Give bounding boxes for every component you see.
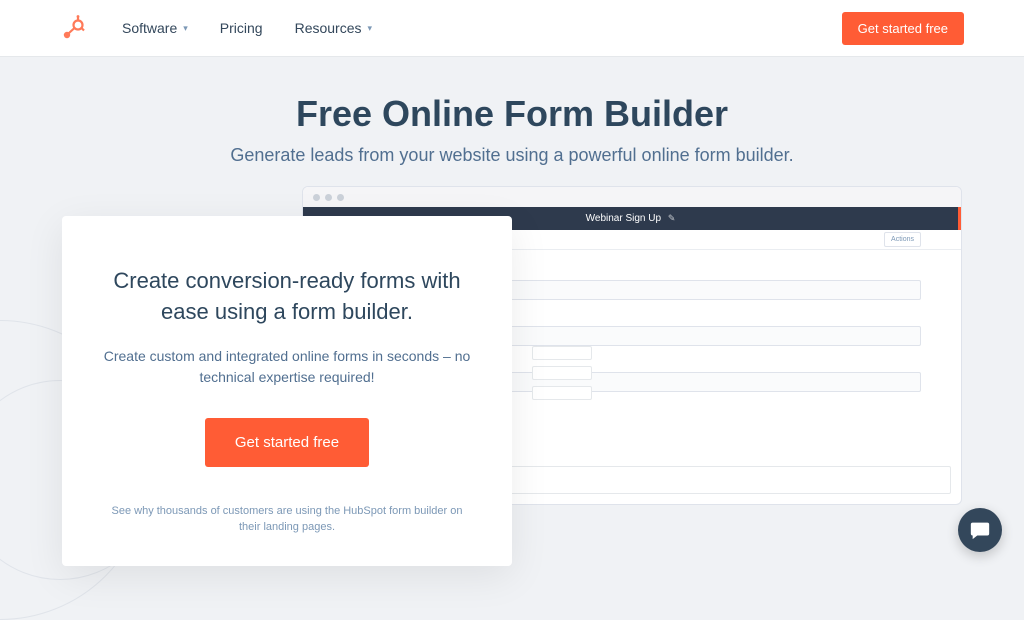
actions-button[interactable]: Actions (884, 232, 921, 247)
nav-item-pricing[interactable]: Pricing (220, 20, 263, 36)
chevron-down-icon: ▾ (368, 23, 373, 34)
header-get-started-button[interactable]: Get started free (842, 12, 964, 45)
form-title: Webinar Sign Up (586, 213, 661, 224)
window-chrome (303, 187, 961, 207)
card-get-started-button[interactable]: Get started free (205, 418, 369, 467)
main-header: Software ▾ Pricing Resources ▾ Get start… (0, 0, 1024, 57)
nav-label: Pricing (220, 20, 263, 36)
nav-label: Software (122, 20, 177, 36)
chevron-down-icon: ▾ (183, 23, 188, 34)
chat-widget-button[interactable] (958, 508, 1002, 552)
nav-label: Resources (295, 20, 362, 36)
pencil-icon: ✎ (668, 213, 676, 223)
main-nav: Software ▾ Pricing Resources ▾ (122, 20, 372, 36)
chat-icon (969, 519, 991, 541)
decorative-line (532, 346, 592, 360)
hero-section: Free Online Form Builder Generate leads … (0, 57, 1024, 186)
nav-item-resources[interactable]: Resources ▾ (295, 20, 372, 36)
card-footnote: See why thousands of customers are using… (102, 503, 472, 536)
window-control-dot (337, 194, 344, 201)
hubspot-logo-icon[interactable] (62, 15, 86, 41)
card-description: Create custom and integrated online form… (102, 346, 472, 388)
window-control-dot (325, 194, 332, 201)
decorative-lines (532, 346, 592, 406)
card-title: Create conversion-ready forms with ease … (102, 266, 472, 328)
decorative-line (532, 386, 592, 400)
page-title: Free Online Form Builder (0, 93, 1024, 135)
feature-card: Create conversion-ready forms with ease … (62, 216, 512, 566)
window-control-dot (313, 194, 320, 201)
decorative-line (532, 366, 592, 380)
nav-item-software[interactable]: Software ▾ (122, 20, 188, 36)
page-subtitle: Generate leads from your website using a… (212, 143, 812, 168)
